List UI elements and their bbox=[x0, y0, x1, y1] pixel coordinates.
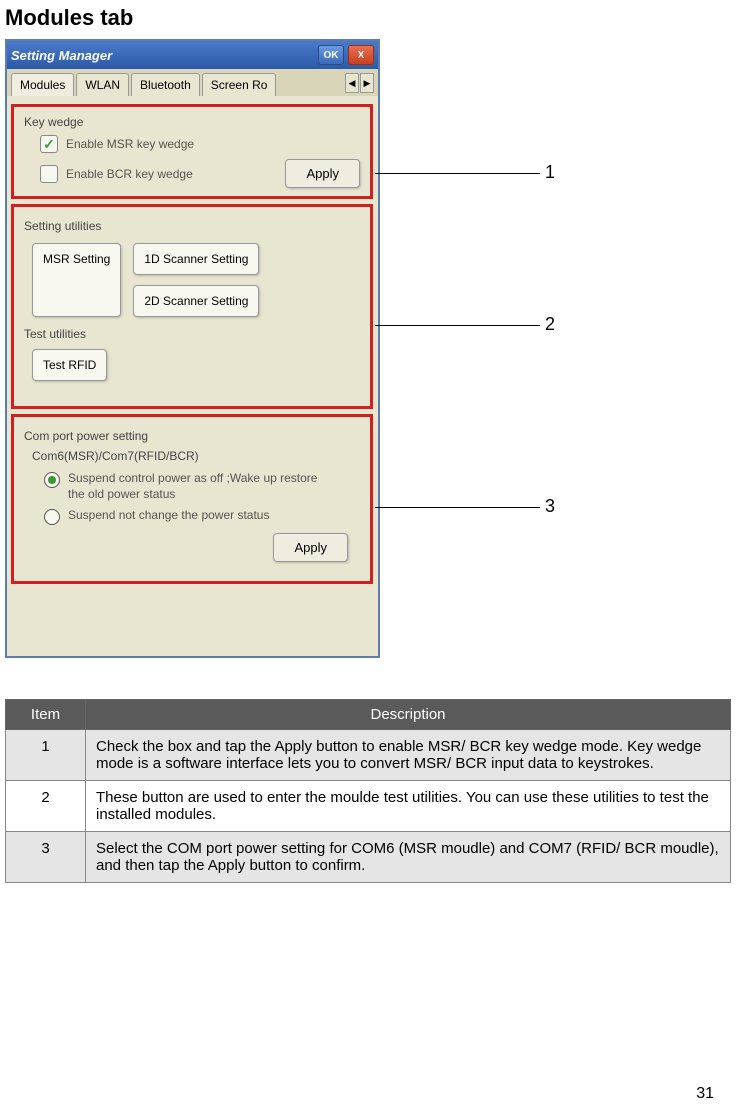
setting-manager-window: Setting Manager OK X Modules WLAN Blueto… bbox=[5, 39, 380, 658]
table-row: 2 These button are used to enter the mou… bbox=[6, 781, 731, 832]
msr-setting-button[interactable]: MSR Setting bbox=[32, 243, 121, 317]
comport-legend: Com port power setting bbox=[24, 429, 360, 443]
close-button[interactable]: X bbox=[348, 45, 374, 65]
apply-key-wedge-button[interactable]: Apply bbox=[285, 159, 360, 188]
radio-suspend-off[interactable] bbox=[44, 472, 60, 488]
callout-label-2: 2 bbox=[545, 314, 555, 335]
tab-modules[interactable]: Modules bbox=[11, 73, 74, 96]
th-item: Item bbox=[6, 700, 86, 730]
cell-item-3: 3 bbox=[6, 832, 86, 883]
comport-sublabel: Com6(MSR)/Com7(RFID/BCR) bbox=[32, 449, 360, 463]
description-table: Item Description 1 Check the box and tap… bbox=[5, 699, 731, 883]
cell-item-2: 2 bbox=[6, 781, 86, 832]
tab-wlan[interactable]: WLAN bbox=[76, 73, 129, 96]
tab-screen-rotation[interactable]: Screen Ro bbox=[202, 73, 277, 96]
radio-suspend-nochange-label: Suspend not change the power status bbox=[68, 508, 269, 524]
callout-region-1: Key wedge Enable MSR key wedge Enable BC… bbox=[11, 104, 373, 199]
cell-item-1: 1 bbox=[6, 730, 86, 781]
table-row: 1 Check the box and tap the Apply button… bbox=[6, 730, 731, 781]
checkbox-enable-bcr[interactable] bbox=[40, 165, 58, 183]
callout-region-3: Com port power setting Com6(MSR)/Com7(RF… bbox=[11, 414, 373, 584]
callout-label-3: 3 bbox=[545, 496, 555, 517]
cell-desc-1: Check the box and tap the Apply button t… bbox=[86, 730, 731, 781]
tab-scroll-left-icon[interactable]: ◀ bbox=[345, 73, 359, 93]
apply-comport-button[interactable]: Apply bbox=[273, 533, 348, 562]
checkbox-enable-msr[interactable] bbox=[40, 135, 58, 153]
th-description: Description bbox=[86, 700, 731, 730]
key-wedge-legend: Key wedge bbox=[24, 115, 360, 129]
ok-button[interactable]: OK bbox=[318, 45, 344, 65]
cell-desc-3: Select the COM port power setting for CO… bbox=[86, 832, 731, 883]
page-number: 31 bbox=[696, 1085, 714, 1103]
test-rfid-button[interactable]: Test RFID bbox=[32, 349, 107, 381]
tab-bar: Modules WLAN Bluetooth Screen Ro ◀ ▶ bbox=[7, 69, 378, 96]
screenshot-figure: Setting Manager OK X Modules WLAN Blueto… bbox=[5, 39, 565, 659]
tab-bluetooth[interactable]: Bluetooth bbox=[131, 73, 200, 96]
tab-scroll-right-icon[interactable]: ▶ bbox=[360, 73, 374, 93]
table-row: 3 Select the COM port power setting for … bbox=[6, 832, 731, 883]
setting-utilities-legend: Setting utilities bbox=[24, 219, 360, 233]
label-enable-bcr: Enable BCR key wedge bbox=[66, 167, 193, 181]
callout-line-2 bbox=[375, 325, 540, 326]
page-heading: Modules tab bbox=[5, 5, 731, 31]
radio-suspend-off-label: Suspend control power as off ;Wake up re… bbox=[68, 471, 328, 502]
window-title: Setting Manager bbox=[11, 48, 112, 63]
window-body: Key wedge Enable MSR key wedge Enable BC… bbox=[7, 96, 378, 656]
1d-scanner-setting-button[interactable]: 1D Scanner Setting bbox=[133, 243, 259, 275]
callout-line-3 bbox=[375, 507, 540, 508]
test-utilities-legend: Test utilities bbox=[24, 327, 360, 341]
callout-region-2: Setting utilities MSR Setting 1D Scanner… bbox=[11, 204, 373, 409]
label-enable-msr: Enable MSR key wedge bbox=[66, 137, 194, 151]
cell-desc-2: These button are used to enter the mould… bbox=[86, 781, 731, 832]
callout-label-1: 1 bbox=[545, 162, 555, 183]
callout-line-1 bbox=[375, 173, 540, 174]
radio-suspend-nochange[interactable] bbox=[44, 509, 60, 525]
2d-scanner-setting-button[interactable]: 2D Scanner Setting bbox=[133, 285, 259, 317]
window-titlebar: Setting Manager OK X bbox=[7, 41, 378, 69]
